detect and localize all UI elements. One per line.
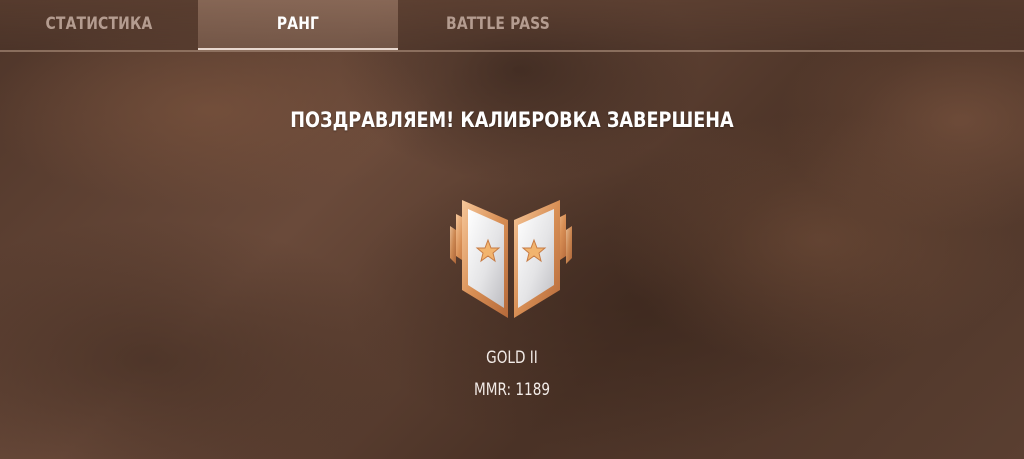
tab-bar: СТАТИСТИКА РАНГ BATTLE PASS bbox=[0, 0, 1024, 52]
gold-rank-chevron-icon bbox=[446, 190, 576, 320]
mmr-value: 1189 bbox=[515, 380, 551, 400]
tab-statistics[interactable]: СТАТИСТИКА bbox=[18, 0, 180, 48]
calibration-complete-title: ПОЗДРАВЛЯЕМ! КАЛИБРОВКА ЗАВЕРШЕНА bbox=[290, 108, 734, 132]
mmr-readout: MMR: 1189 bbox=[102, 380, 921, 400]
tab-rank[interactable]: РАНГ bbox=[216, 0, 380, 48]
tab-battle-pass[interactable]: BATTLE PASS bbox=[416, 0, 580, 48]
rank-name: GOLD II bbox=[486, 348, 538, 368]
mmr-label: MMR: bbox=[473, 380, 512, 400]
